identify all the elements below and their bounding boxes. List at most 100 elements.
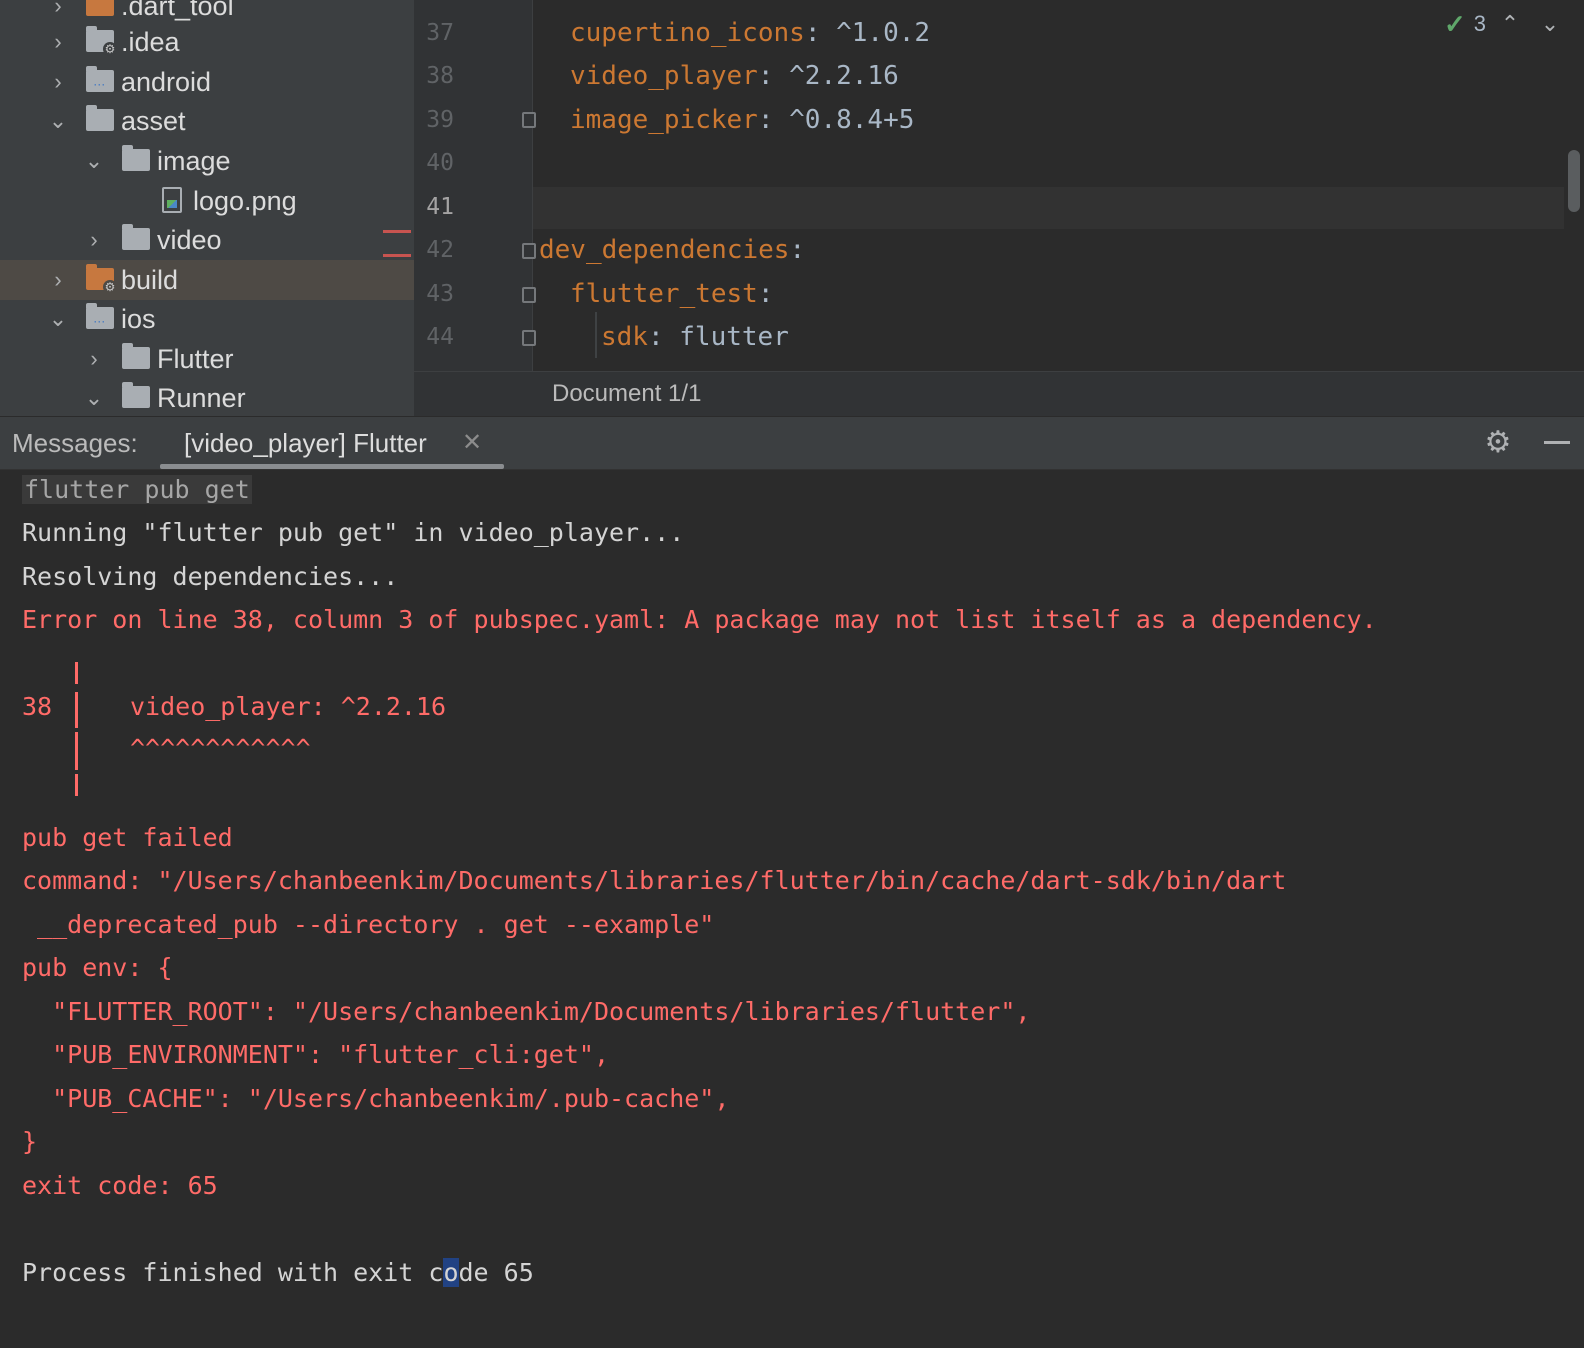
tree-item-logo-png[interactable]: logo.png bbox=[0, 181, 414, 221]
console-line: Running "flutter pub get" in video_playe… bbox=[22, 518, 685, 547]
chevron-right-icon[interactable]: › bbox=[82, 339, 106, 379]
chevron-down-icon[interactable]: ⌄ bbox=[46, 101, 70, 141]
console-line: pub get failed bbox=[22, 823, 233, 852]
indent-guide bbox=[595, 312, 597, 358]
snippet-gutter bbox=[75, 774, 78, 796]
tab-label: [video_player] Flutter bbox=[184, 428, 427, 458]
console-line: flutter pub get bbox=[22, 468, 252, 512]
change-marker bbox=[383, 254, 411, 257]
tree-item-image[interactable]: ⌄ image bbox=[0, 141, 414, 181]
line-number: 44 bbox=[426, 324, 454, 350]
tree-item-label: logo.png bbox=[193, 186, 297, 216]
tree-item-label: build bbox=[121, 265, 179, 295]
tree-item-runner[interactable]: ⌄ Runner bbox=[0, 378, 414, 416]
folder-icon bbox=[122, 382, 150, 408]
console-line: "PUB_ENVIRONMENT": "flutter_cli:get", bbox=[22, 1040, 609, 1069]
line-number: 41 bbox=[426, 194, 454, 220]
folder-icon bbox=[86, 105, 114, 131]
line-number: 37 bbox=[426, 20, 454, 46]
line-number: 40 bbox=[426, 150, 454, 176]
tree-item-video[interactable]: › video bbox=[0, 220, 414, 260]
excluded-folder-icon: ⚙ bbox=[86, 264, 117, 294]
snippet-gutter bbox=[75, 692, 78, 728]
gutter-divider bbox=[532, 0, 533, 371]
snippet-gutter bbox=[75, 662, 78, 684]
tab-video-player-flutter[interactable]: [video_player] Flutter ✕ bbox=[160, 417, 504, 469]
chevron-up-icon[interactable]: ⌃ bbox=[1494, 11, 1526, 37]
fold-end-icon[interactable] bbox=[522, 330, 536, 346]
inspection-widget[interactable]: ✓ 3 ⌃ ⌄ bbox=[1444, 8, 1566, 40]
code-line-44: sdk: flutter bbox=[601, 322, 789, 352]
snippet-gutter bbox=[75, 732, 78, 770]
chevron-down-icon[interactable]: ⌄ bbox=[1534, 11, 1566, 37]
caret-row-highlight bbox=[414, 187, 1564, 229]
tree-item-label: video bbox=[157, 225, 222, 255]
tree-item-ios[interactable]: ⌄ ··· ios bbox=[0, 299, 414, 339]
line-number: 43 bbox=[426, 281, 454, 307]
text-cursor: o bbox=[443, 1258, 459, 1287]
folder-icon bbox=[122, 343, 150, 369]
folder-icon bbox=[86, 0, 114, 16]
settings-folder-icon: ⚙ bbox=[86, 26, 117, 56]
project-tree: › .dart_tool › ⚙ .idea › ··· android ⌄ a… bbox=[0, 0, 414, 416]
snippet-code: video_player: ^2.2.16 bbox=[130, 692, 447, 721]
console-line: __deprecated_pub --directory . get --exa… bbox=[22, 910, 715, 939]
console-line: "PUB_CACHE": "/Users/chanbeenkim/.pub-ca… bbox=[22, 1084, 730, 1113]
breadcrumb[interactable]: Document 1/1 bbox=[552, 372, 701, 415]
folder-icon bbox=[122, 224, 150, 250]
fold-start-icon[interactable] bbox=[522, 243, 536, 259]
line-number: 38 bbox=[426, 63, 454, 89]
fold-end-icon[interactable] bbox=[522, 112, 536, 128]
chevron-down-icon[interactable]: ⌄ bbox=[46, 299, 70, 339]
inspection-count: 3 bbox=[1473, 11, 1486, 36]
messages-toolbar: Messages: [video_player] Flutter ✕ ⚙ bbox=[0, 416, 1584, 470]
tree-item-android[interactable]: › ··· android bbox=[0, 62, 414, 102]
fold-start-icon[interactable] bbox=[522, 287, 536, 303]
code-line-38: video_player: ^2.2.16 bbox=[570, 61, 899, 91]
chevron-down-icon[interactable]: ⌄ bbox=[82, 378, 106, 416]
chevron-right-icon[interactable]: › bbox=[46, 22, 70, 62]
tree-item-label: Flutter bbox=[157, 344, 234, 374]
tree-item-flutter[interactable]: › Flutter bbox=[0, 339, 414, 379]
line-number: 39 bbox=[426, 107, 454, 133]
chevron-right-icon[interactable]: › bbox=[46, 62, 70, 102]
console-output[interactable]: flutter pub get Running "flutter pub get… bbox=[0, 470, 1584, 1348]
code-line-43: flutter_test: bbox=[570, 279, 774, 309]
module-folder-icon: ··· bbox=[86, 66, 114, 92]
line-number: 42 bbox=[426, 237, 454, 263]
change-marker bbox=[383, 230, 411, 233]
module-folder-icon: ··· bbox=[86, 303, 114, 329]
tree-item-idea[interactable]: › ⚙ .idea bbox=[0, 22, 414, 62]
code-line-39: image_picker: ^0.8.4+5 bbox=[570, 105, 915, 135]
tree-item-label: asset bbox=[121, 106, 186, 136]
error-line: Error on line 38, column 3 of pubspec.ya… bbox=[22, 605, 1377, 634]
code-line-37: cupertino_icons: ^1.0.2 bbox=[570, 18, 931, 48]
tree-item-label: .idea bbox=[121, 27, 180, 57]
console-line: pub env: { bbox=[22, 953, 173, 982]
close-icon[interactable]: ✕ bbox=[462, 417, 482, 469]
image-file-icon bbox=[162, 187, 182, 213]
chevron-right-icon[interactable]: › bbox=[82, 220, 106, 260]
chevron-down-icon[interactable]: ⌄ bbox=[82, 141, 106, 181]
command-chip: flutter pub get bbox=[22, 475, 252, 504]
console-line: "FLUTTER_ROOT": "/Users/chanbeenkim/Docu… bbox=[22, 997, 1031, 1026]
snippet-line-number: 38 bbox=[22, 692, 53, 721]
snippet-carets: ^^^^^^^^^^^^ bbox=[130, 734, 311, 763]
console-line: Process finished with exit code 65 bbox=[22, 1258, 534, 1287]
minimize-icon[interactable] bbox=[1544, 441, 1570, 444]
console-line: command: "/Users/chanbeenkim/Documents/l… bbox=[22, 866, 1287, 895]
code-editor[interactable]: 37 38 39 40 41 42 43 44 cupertino_icons:… bbox=[414, 0, 1584, 371]
editor-scrollbar-thumb[interactable] bbox=[1568, 150, 1580, 212]
gear-icon[interactable]: ⚙ bbox=[1482, 427, 1514, 459]
breadcrumb-bar: Document 1/1 bbox=[414, 371, 1584, 416]
tree-item-label: ios bbox=[121, 304, 156, 334]
tree-item-asset[interactable]: ⌄ asset bbox=[0, 101, 414, 141]
tree-item-build[interactable]: › ⚙ build bbox=[0, 260, 414, 300]
tool-window-title: Messages: bbox=[12, 428, 138, 458]
console-line: } bbox=[22, 1127, 38, 1156]
chevron-right-icon[interactable]: › bbox=[46, 260, 70, 300]
tree-item-label: Runner bbox=[157, 383, 246, 413]
tree-item-label: image bbox=[157, 146, 231, 176]
code-line-42: dev_dependencies: bbox=[539, 235, 806, 265]
folder-icon bbox=[122, 145, 150, 171]
